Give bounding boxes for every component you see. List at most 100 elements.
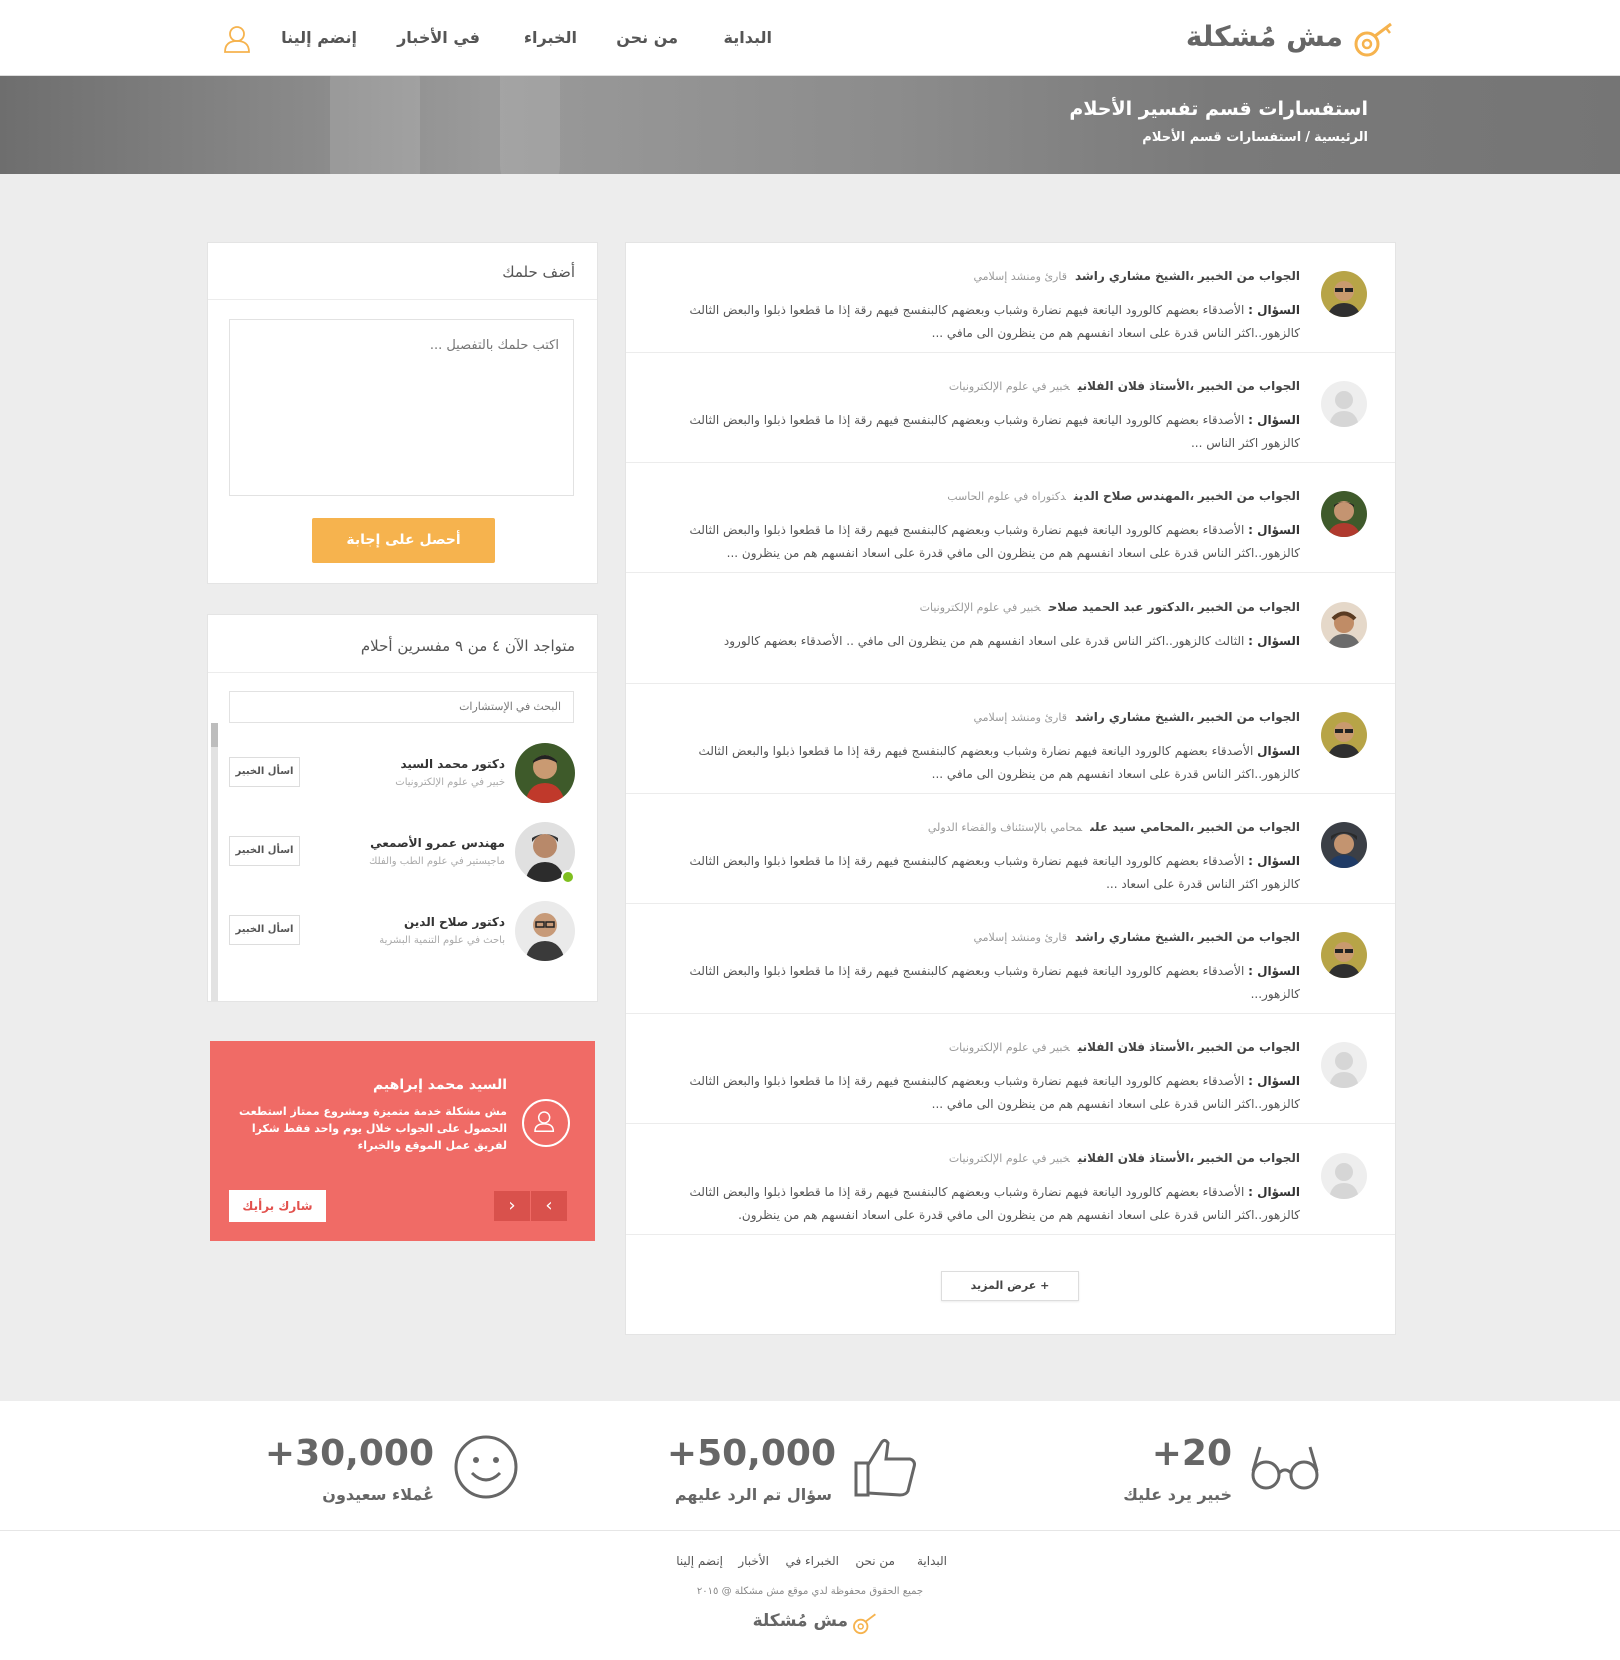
question-item[interactable]: الجواب من الخبير ،الأستاذ فلان الفلانيخب…: [626, 1014, 1395, 1125]
show-more-button[interactable]: + عرض المزيد: [941, 1271, 1079, 1301]
nav-join[interactable]: إنضم إلينا: [281, 28, 357, 47]
question-text-block: السؤال الأصدقاء بعضهم كالورود اليانعة في…: [660, 740, 1300, 786]
user-icon[interactable]: [222, 24, 252, 54]
prev-arrow-icon[interactable]: ‹: [494, 1191, 530, 1221]
share-opinion-button[interactable]: شارك برأيك: [229, 1190, 326, 1222]
expert-name-link[interactable]: الأستاذ فلان الفلاني: [1078, 379, 1190, 393]
answer-prefix: الجواب من الخبير: [1197, 269, 1300, 283]
expert-name-link[interactable]: المهندس صلاح الدين: [1074, 489, 1190, 503]
footer-link-news[interactable]: الأخبار: [738, 1554, 769, 1568]
page-banner: استفسارات قسم تفسير الأحلام الرئيسية /است…: [0, 76, 1620, 174]
question-text: الأصدقاء بعضهم كالورود اليانعة فيهم نضار…: [689, 1184, 1300, 1222]
expert-role: قارئ ومنشد إسلامي: [973, 270, 1067, 283]
footer-link-join[interactable]: إنضم إلينا: [676, 1554, 723, 1568]
question-text-block: السؤال : الأصدقاء بعضهم كالورود اليانعة …: [660, 960, 1300, 1006]
stat-value: +30,000: [264, 1433, 434, 1474]
question-text-block: السؤال : الأصدقاء بعضهم كالورود اليانعة …: [660, 409, 1300, 455]
footer-link-experts[interactable]: الخبراء في: [785, 1554, 839, 1568]
online-experts-title: متواجد الآن ٤ من ٩ مفسرين أحلام: [360, 637, 575, 655]
question-text-block: السؤال : الثالث كالزهور..اكثر الناس قدرة…: [660, 630, 1300, 653]
divider: [208, 299, 597, 300]
banner-decoration: [500, 76, 560, 174]
breadcrumb-home[interactable]: الرئيسية: [1314, 130, 1368, 145]
question-item[interactable]: الجواب من الخبير ،المحامي سيد علىمحامي ب…: [626, 794, 1395, 904]
expert-avatar: [1321, 601, 1367, 648]
question-item[interactable]: الجواب من الخبير ،المهندس صلاح الديندكتو…: [626, 463, 1395, 574]
online-status-indicator: [561, 870, 575, 884]
answer-header: الجواب من الخبير ،الشيخ مشاري راشدقارئ و…: [973, 269, 1300, 283]
question-text-block: السؤال : الأصدقاء بعضهم كالورود اليانعة …: [660, 519, 1300, 565]
key-logo-icon: [1354, 22, 1392, 57]
expert-role: قارئ ومنشد إسلامي: [973, 931, 1067, 945]
expert-role: خبير في علوم الإلكترونيات: [948, 1151, 1070, 1165]
expert-avatar: [1321, 491, 1367, 538]
add-dream-title: أضف حلمك: [502, 263, 575, 281]
expert-avatar: [1321, 822, 1367, 868]
question-text: الأصدقاء بعضهم كالورود اليانعة فيهم نضار…: [689, 854, 1300, 891]
expert-name-link[interactable]: الشيخ مشاري راشد: [1075, 710, 1190, 724]
question-label: السؤال :: [1248, 1184, 1300, 1199]
footer-logo[interactable]: مش مُشكلة: [748, 1609, 878, 1639]
question-item[interactable]: الجواب من الخبير ،الشيخ مشاري راشدقارئ و…: [626, 904, 1395, 1015]
expert-item[interactable]: مهندس عمرو الأصمعي ماجيستير في علوم الطب…: [208, 822, 597, 898]
dream-textarea[interactable]: [229, 319, 574, 496]
question-text: الثالث كالزهور..اكثر الناس قدرة على اسعا…: [723, 633, 1245, 648]
expert-name: دكتور صلاح الدين: [403, 915, 505, 929]
site-header: مش مُشكلة البداية من نحن الخبراء في الأخ…: [0, 0, 1620, 76]
question-item[interactable]: الجواب من الخبير ،الشيخ مشاري راشدقارئ و…: [626, 243, 1395, 353]
expert-role: ماجيستير في علوم الطب والفلك: [369, 856, 505, 867]
question-text-block: السؤال : الأصدقاء بعضهم كالورود اليانعة …: [660, 299, 1300, 345]
expert-item[interactable]: دكتور محمد السيد خبير في علوم الإلكتروني…: [208, 743, 597, 819]
expert-avatar: [1321, 932, 1367, 979]
expert-name-link[interactable]: الدكتور عبد الحميد صلاح: [1049, 600, 1190, 614]
expert-name-link[interactable]: المحامي سيد على: [1090, 820, 1189, 834]
question-item[interactable]: الجواب من الخبير ،الشيخ مشاري راشدقارئ و…: [626, 684, 1395, 794]
question-label: السؤال: [1257, 743, 1300, 758]
question-item[interactable]: الجواب من الخبير ،الأستاذ فلان الفلانيخب…: [626, 1125, 1395, 1235]
expert-name-link[interactable]: الشيخ مشاري راشد: [1075, 930, 1190, 944]
question-text: الأصدقاء بعضهم كالورود اليانعة فيهم نضار…: [689, 523, 1300, 561]
nav-about[interactable]: من نحن: [616, 28, 678, 47]
glasses-icon: [1251, 1446, 1319, 1490]
ask-expert-button[interactable]: اسأل الخبير: [229, 836, 300, 866]
copyright-text: جميع الحقوق محفوظة لدي موقع مش مشكلة @ ٢…: [696, 1586, 924, 1597]
question-label: السؤال :: [1248, 303, 1300, 317]
question-item[interactable]: الجواب من الخبير ،الأستاذ فلان الفلانيخب…: [626, 353, 1395, 464]
site-logo[interactable]: مش مُشكلة: [1186, 16, 1395, 60]
question-label: السؤال :: [1248, 964, 1300, 979]
question-label: السؤال :: [1248, 854, 1300, 868]
question-item[interactable]: الجواب من الخبير ،الدكتور عبد الحميد صلا…: [626, 574, 1395, 684]
expert-name: دكتور محمد السيد: [400, 757, 505, 771]
expert-name-link[interactable]: الشيخ مشاري راشد: [1075, 269, 1190, 283]
expert-role: خبير في علوم الإلكترونيات: [948, 1041, 1070, 1055]
expert-role: محامي بالإستئناف والقضاء الدولي: [927, 821, 1083, 834]
nav-news[interactable]: في الأخبار: [397, 28, 480, 47]
user-circle-icon: [522, 1099, 570, 1147]
expert-item[interactable]: دكتور صلاح الدين باحث في علوم التنمية ال…: [208, 901, 597, 977]
stat-label: عُملاء سعيدون: [322, 1485, 434, 1504]
footer-link-home[interactable]: البداية: [917, 1554, 947, 1568]
ask-expert-button[interactable]: اسأل الخبير: [229, 915, 300, 945]
next-arrow-icon[interactable]: ›: [531, 1191, 567, 1221]
answer-prefix: الجواب من الخبير: [1197, 709, 1300, 724]
expert-name-link[interactable]: الأستاذ فلان الفلاني: [1078, 1151, 1190, 1165]
answer-header: الجواب من الخبير ،الدكتور عبد الحميد صلا…: [919, 599, 1300, 614]
expert-avatar: [1321, 381, 1367, 428]
expert-avatar: [1321, 711, 1367, 758]
nav-home[interactable]: البداية: [724, 28, 772, 47]
answer-prefix: الجواب من الخبير: [1197, 1040, 1300, 1055]
banner-decoration: [330, 76, 420, 174]
ask-expert-button[interactable]: اسأل الخبير: [229, 757, 300, 787]
experts-search-input[interactable]: [229, 691, 574, 723]
get-answer-button[interactable]: أحصل على إجابة: [312, 518, 495, 563]
expert-name-link[interactable]: الأستاذ فلان الفلاني: [1078, 1040, 1190, 1054]
answer-prefix: الجواب من الخبير: [1197, 489, 1300, 504]
expert-name: مهندس عمرو الأصمعي: [370, 836, 505, 850]
expert-avatar: [515, 901, 575, 961]
expert-avatar: [1321, 1042, 1367, 1089]
stat-value: +20: [1151, 1433, 1232, 1474]
nav-experts[interactable]: الخبراء: [524, 28, 577, 47]
answer-prefix: الجواب من الخبير: [1197, 1150, 1300, 1165]
breadcrumb-current: استفسارات قسم الأحلام: [1142, 130, 1302, 145]
footer-link-about[interactable]: من نحن: [855, 1554, 895, 1568]
